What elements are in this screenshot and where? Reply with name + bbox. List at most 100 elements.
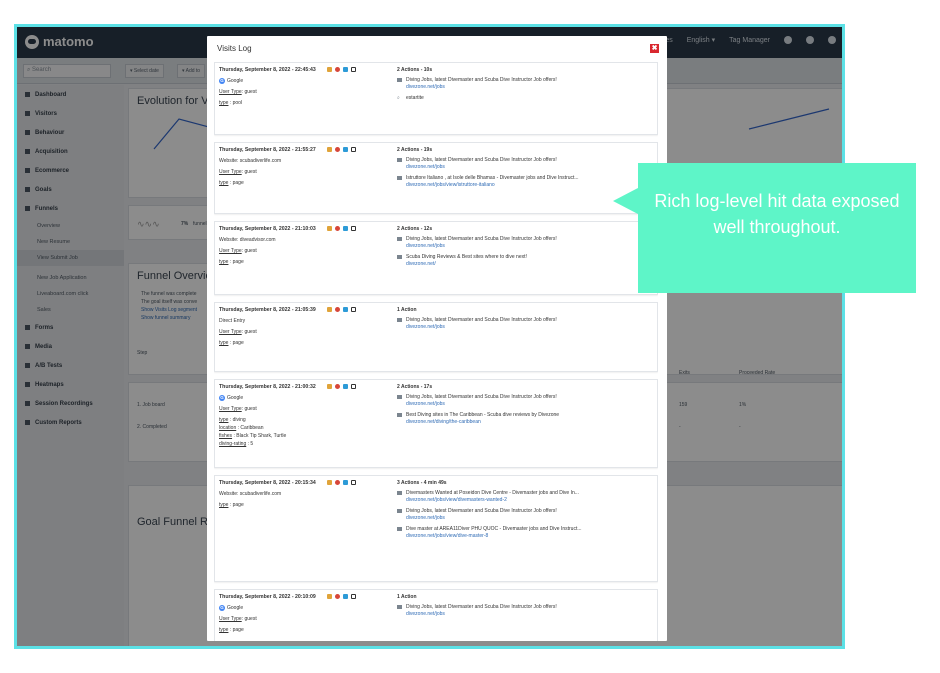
visitor-device-icons <box>327 226 356 231</box>
os-icon <box>343 147 348 152</box>
visitor-profile-icon[interactable] <box>327 480 332 485</box>
visit-custom-dimensions: type : pool <box>219 99 389 107</box>
visit-actions: 2 Actions - 17s Diving Jobs, latest Divem… <box>397 384 652 430</box>
modal-title: Visits Log <box>217 44 252 53</box>
action-title: Diving Jobs, latest Divemaster and Scuba… <box>406 394 557 400</box>
action-title: Diving Jobs, latest Divemaster and Scuba… <box>406 317 557 323</box>
visit-action[interactable]: Diving Jobs, latest Divemaster and Scuba… <box>397 236 652 250</box>
visitor-device-icons <box>327 147 356 152</box>
visit-action[interactable]: Diving Jobs, latest Divemaster and Scuba… <box>397 317 652 331</box>
page-icon <box>397 491 402 495</box>
visits-log-modal: Visits Log ✖ Thursday, September 8, 2022… <box>207 36 667 641</box>
screenshot-frame: matomo sites English ▾ Tag Manager ⌕ Sea… <box>14 24 845 649</box>
visit-custom-dimensions: type : page <box>219 179 389 187</box>
visit-action[interactable]: Scuba Diving Reviews & Best sites where … <box>397 254 652 268</box>
visit-source: Direct Entry <box>219 318 246 324</box>
action-title: Diving Jobs, latest Divemaster and Scuba… <box>406 508 557 514</box>
visit-action[interactable]: Divemasters Wanted at Poseidon Dive Cent… <box>397 490 652 504</box>
close-icon[interactable]: ✖ <box>650 44 659 53</box>
action-url[interactable]: divezone.net/diving/the-caribbean <box>406 419 559 426</box>
visit-source: Google <box>227 605 244 611</box>
visit-action[interactable]: ⌕ estartite <box>397 95 652 102</box>
visit-action[interactable]: Dive master at AREA11Diver PHU QUOC - Di… <box>397 526 652 540</box>
visit-entry[interactable]: Thursday, September 8, 2022 - 21:10:03 We… <box>214 221 658 295</box>
visit-actions-header: 2 Actions - 10s <box>397 67 433 73</box>
visit-entry[interactable]: Thursday, September 8, 2022 - 21:00:32 G G… <box>214 379 658 468</box>
custom-dimension: type : diving <box>219 417 246 423</box>
action-url[interactable]: divezone.net/jobs <box>406 324 557 331</box>
device-icon <box>351 226 356 231</box>
callout-arrow <box>613 188 638 214</box>
device-icon <box>351 147 356 152</box>
user-type-value: guest <box>244 248 257 254</box>
browser-icon <box>335 147 340 152</box>
visit-datetime: Thursday, September 8, 2022 - 20:15:34 <box>219 480 316 486</box>
page-icon <box>397 527 402 531</box>
action-url[interactable]: divezone.net/jobs <box>406 611 557 618</box>
visit-entry[interactable]: Thursday, September 8, 2022 - 20:15:34 We… <box>214 475 658 582</box>
action-title: Diving Jobs, latest Divemaster and Scuba… <box>406 157 557 163</box>
action-url[interactable]: divezone.net/jobs <box>406 401 557 408</box>
visit-action[interactable]: Diving Jobs, latest Divemaster and Scuba… <box>397 157 652 171</box>
action-url[interactable]: divezone.net/jobs/view/istruttore-italia… <box>406 182 579 189</box>
dimension-key: type <box>219 259 229 265</box>
visitor-profile-icon[interactable] <box>327 307 332 312</box>
visit-entry[interactable]: Thursday, September 8, 2022 - 21:05:39 Di… <box>214 302 658 372</box>
action-url[interactable]: divezone.net/ <box>406 261 527 268</box>
visitor-profile-icon[interactable] <box>327 67 332 72</box>
page-icon <box>397 158 402 162</box>
visit-user-type: User Type: guest <box>219 406 257 412</box>
visit-user-type: User Type: guest <box>219 89 257 95</box>
visit-action[interactable]: Istruttore Italiano , at Isole delle Bha… <box>397 175 652 189</box>
custom-dimension: type : page <box>219 627 244 633</box>
page-icon <box>397 413 402 417</box>
visit-action[interactable]: Diving Jobs, latest Divemaster and Scuba… <box>397 394 652 408</box>
visitor-profile-icon[interactable] <box>327 384 332 389</box>
visit-source: Website: scubadiverlife.com <box>219 158 282 164</box>
visit-actions-header: 2 Actions - 12s <box>397 226 433 232</box>
visit-datetime: Thursday, September 8, 2022 - 21:05:39 <box>219 307 316 313</box>
os-icon <box>343 307 348 312</box>
action-url[interactable]: divezone.net/jobs <box>406 515 557 522</box>
visitor-profile-icon[interactable] <box>327 226 332 231</box>
custom-dimension: location : Caribbean <box>219 425 264 431</box>
browser-icon <box>335 226 340 231</box>
visitor-profile-icon[interactable] <box>327 594 332 599</box>
visit-user-type: User Type: guest <box>219 616 257 622</box>
visit-action[interactable]: Diving Jobs, latest Divemaster and Scuba… <box>397 508 652 522</box>
callout-text: Rich log-level hit data exposed well thr… <box>654 191 900 237</box>
visit-actions-header: 1 Action <box>397 307 417 313</box>
visit-action[interactable]: Diving Jobs, latest Divemaster and Scuba… <box>397 604 652 618</box>
dimension-value: diving <box>232 417 246 423</box>
page-icon <box>397 395 402 399</box>
custom-dimension: type : page <box>219 502 244 508</box>
action-url[interactable]: divezone.net/jobs <box>406 164 557 171</box>
action-url[interactable]: divezone.net/jobs/view/dive-master-8 <box>406 533 582 540</box>
visit-source: Website: scubadiverlife.com <box>219 491 282 497</box>
google-icon: G <box>219 604 225 611</box>
visit-entry[interactable]: Thursday, September 8, 2022 - 22:45:43 G G… <box>214 62 658 135</box>
visit-action[interactable]: Diving Jobs, latest Divemaster and Scuba… <box>397 77 652 91</box>
visitor-profile-icon[interactable] <box>327 147 332 152</box>
action-title: Istruttore Italiano , at Isole delle Bha… <box>406 175 579 181</box>
custom-dimension: diving-rating : 5 <box>219 441 254 447</box>
visit-details: Thursday, September 8, 2022 - 22:45:43 G G… <box>219 67 389 107</box>
browser-icon <box>335 384 340 389</box>
os-icon <box>343 480 348 485</box>
visitor-device-icons <box>327 480 356 485</box>
action-title: estartite <box>406 95 424 101</box>
action-url[interactable]: divezone.net/jobs/view/divemasters-wante… <box>406 497 579 504</box>
visit-datetime: Thursday, September 8, 2022 - 21:10:03 <box>219 226 316 232</box>
user-type-value: guest <box>244 169 257 175</box>
dimension-value: page <box>232 627 244 633</box>
visit-entry[interactable]: Thursday, September 8, 2022 - 21:55:27 We… <box>214 142 658 214</box>
visit-action[interactable]: Best Diving sites in The Caribbean - Scu… <box>397 412 652 426</box>
visits-log-list[interactable]: Thursday, September 8, 2022 - 22:45:43 G G… <box>214 62 658 641</box>
action-url[interactable]: divezone.net/jobs <box>406 243 557 250</box>
action-title: Diving Jobs, latest Divemaster and Scuba… <box>406 77 557 83</box>
dimension-key: type <box>219 627 229 633</box>
dimension-key: type <box>219 417 229 423</box>
action-url[interactable]: divezone.net/jobs <box>406 84 557 91</box>
visit-entry[interactable]: Thursday, September 8, 2022 - 20:10:09 G G… <box>214 589 658 641</box>
visit-custom-dimensions: type : page <box>219 339 389 347</box>
